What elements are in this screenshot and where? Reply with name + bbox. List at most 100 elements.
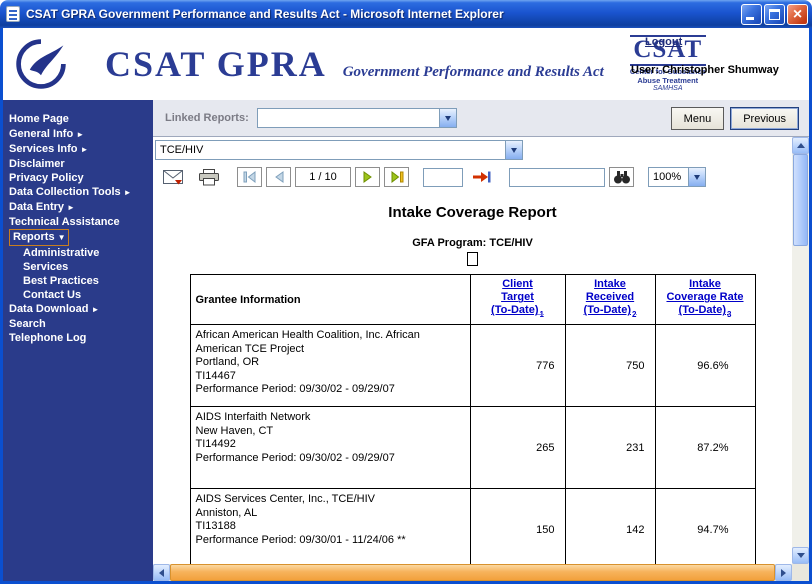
previous-button[interactable]: Previous	[730, 107, 799, 130]
sidebar-item-reports[interactable]: Reports▼	[3, 229, 153, 246]
app-header: CSAT GPRA Government Performance and Res…	[3, 28, 809, 100]
red-go-arrow-icon	[472, 171, 491, 183]
goto-page-input[interactable]	[423, 168, 463, 187]
sidebar-item-search[interactable]: Search	[3, 317, 153, 331]
sidebar-item-technical-assistance[interactable]: Technical Assistance	[3, 215, 153, 229]
arrow-up-icon	[797, 143, 805, 148]
grantee-info-cell: AIDS Interfaith Network New Haven, CT TI…	[190, 407, 470, 489]
brand-title: CSAT GPRA	[105, 43, 327, 85]
csat-logo-samhsa: SAMHSA	[630, 85, 706, 92]
coverage-rate-cell: 87.2%	[655, 407, 755, 489]
first-page-button[interactable]	[237, 167, 262, 187]
sidebar-item-data-download[interactable]: Data Download►	[3, 302, 153, 317]
sidebar-item-general-info[interactable]: General Info►	[3, 127, 153, 142]
table-row: AIDS Services Center, Inc., TCE/HIV Anni…	[190, 489, 755, 565]
next-page-button[interactable]	[355, 167, 380, 187]
user-label: User: Christopher Shumway	[631, 64, 801, 76]
horizontal-scrollbar[interactable]	[153, 564, 809, 581]
report-canvas: Intake Coverage Report GFA Program: TCE/…	[153, 194, 792, 564]
last-page-icon	[390, 171, 404, 183]
sidebar-item-home-page[interactable]: Home Page	[3, 112, 153, 127]
program-select-row: TCE/HIV	[153, 137, 792, 162]
sidebar-item-administrative[interactable]: Administrative	[3, 246, 153, 260]
browser-window: CSAT GPRA Government Performance and Res…	[0, 0, 812, 584]
previous-page-button[interactable]	[266, 167, 291, 187]
report-title: Intake Coverage Report	[153, 204, 792, 221]
scroll-left-button[interactable]	[153, 564, 170, 581]
arrow-down-icon	[797, 553, 805, 558]
report-toolbar: 1 / 10	[153, 162, 792, 194]
sidebar-item-services[interactable]: Services	[3, 260, 153, 274]
session-block: Logout User: Christopher Shumway	[631, 36, 801, 76]
footnote-2: 2	[632, 310, 636, 319]
title-bar[interactable]: CSAT GPRA Government Performance and Res…	[0, 0, 812, 28]
scroll-up-button[interactable]	[792, 137, 809, 154]
minimize-button[interactable]	[741, 4, 762, 25]
column-header-client-target[interactable]: Client Target (To-Date)1	[470, 275, 565, 325]
report-program-line: GFA Program: TCE/HIV	[153, 237, 792, 249]
csat-logo-line2: Abuse Treatment	[630, 77, 706, 85]
table-row: AIDS Interfaith Network New Haven, CT TI…	[190, 407, 755, 489]
chevron-down-icon[interactable]	[505, 141, 522, 159]
table-row: African American Health Coalition, Inc. …	[190, 325, 755, 407]
sidebar-item-disclaimer[interactable]: Disclaimer	[3, 157, 153, 171]
first-page-icon	[243, 171, 257, 183]
scrollbar-corner	[792, 564, 809, 581]
active-item-outline: Reports▼	[9, 229, 69, 246]
intake-received-cell: 142	[565, 489, 655, 565]
last-page-button[interactable]	[384, 167, 409, 187]
chevron-down-icon[interactable]	[439, 109, 456, 127]
window-icon	[6, 6, 20, 22]
column-header-grantee-information: Grantee Information	[190, 275, 470, 325]
client-target-cell: 265	[470, 407, 565, 489]
sidebar-item-contact-us[interactable]: Contact Us	[3, 288, 153, 302]
linked-reports-select[interactable]	[257, 108, 457, 128]
coverage-rate-cell: 94.7%	[655, 489, 755, 565]
column-header-intake-coverage-rate[interactable]: Intake Coverage Rate (To-Date)3	[655, 275, 755, 325]
scroll-right-button[interactable]	[775, 564, 792, 581]
sidebar-item-data-collection-tools[interactable]: Data Collection Tools►	[3, 185, 153, 200]
sidebar-item-services-info[interactable]: Services Info►	[3, 142, 153, 157]
logout-link[interactable]: Logout	[645, 36, 682, 48]
chevron-down-icon[interactable]	[688, 168, 705, 186]
grantee-info-cell: AIDS Services Center, Inc., TCE/HIV Anni…	[190, 489, 470, 565]
gfa-program-box	[467, 252, 478, 266]
print-button[interactable]	[195, 166, 223, 188]
find-button[interactable]	[609, 167, 634, 187]
horizontal-scroll-thumb[interactable]	[170, 564, 775, 581]
expand-arrow-icon: ►	[91, 305, 99, 314]
maximize-button[interactable]	[764, 4, 785, 25]
brand-block: CSAT GPRA Government Performance and Res…	[105, 43, 604, 85]
sidebar-item-telephone-log[interactable]: Telephone Log	[3, 331, 153, 345]
intake-received-cell: 231	[565, 407, 655, 489]
sidebar-item-privacy-policy[interactable]: Privacy Policy	[3, 171, 153, 185]
sidebar-nav: Home Page General Info► Services Info► D…	[3, 100, 153, 581]
column-header-intake-received[interactable]: Intake Received (To-Date)2	[565, 275, 655, 325]
goto-page-button[interactable]	[467, 166, 495, 188]
hhs-eagle-logo	[13, 36, 69, 92]
arrow-left-icon	[159, 569, 164, 577]
export-button[interactable]	[159, 166, 187, 188]
search-text-input[interactable]	[509, 168, 605, 187]
expand-arrow-icon: ►	[76, 130, 84, 139]
vertical-scroll-thumb[interactable]	[793, 154, 808, 246]
footnote-1: 1	[540, 310, 544, 319]
footnote-3: 3	[727, 310, 731, 319]
vertical-scrollbar[interactable]	[792, 137, 809, 564]
maximize-icon	[769, 9, 780, 20]
client-target-cell: 150	[470, 489, 565, 565]
intake-received-cell: 750	[565, 325, 655, 407]
expand-arrow-icon: ►	[67, 203, 75, 212]
scroll-down-button[interactable]	[792, 547, 809, 564]
close-button[interactable]	[787, 4, 808, 25]
printer-icon	[199, 169, 219, 186]
sidebar-item-best-practices[interactable]: Best Practices	[3, 274, 153, 288]
expand-arrow-icon: ►	[124, 188, 132, 197]
gfa-program-select[interactable]: TCE/HIV	[155, 140, 523, 160]
menu-button[interactable]: Menu	[671, 107, 725, 130]
minimize-icon	[746, 17, 754, 20]
linked-reports-label: Linked Reports:	[165, 112, 249, 124]
table-header-row: Grantee Information Client Target (To-Da…	[190, 275, 755, 325]
sidebar-item-data-entry[interactable]: Data Entry►	[3, 200, 153, 215]
zoom-select[interactable]: 100%	[648, 167, 706, 187]
